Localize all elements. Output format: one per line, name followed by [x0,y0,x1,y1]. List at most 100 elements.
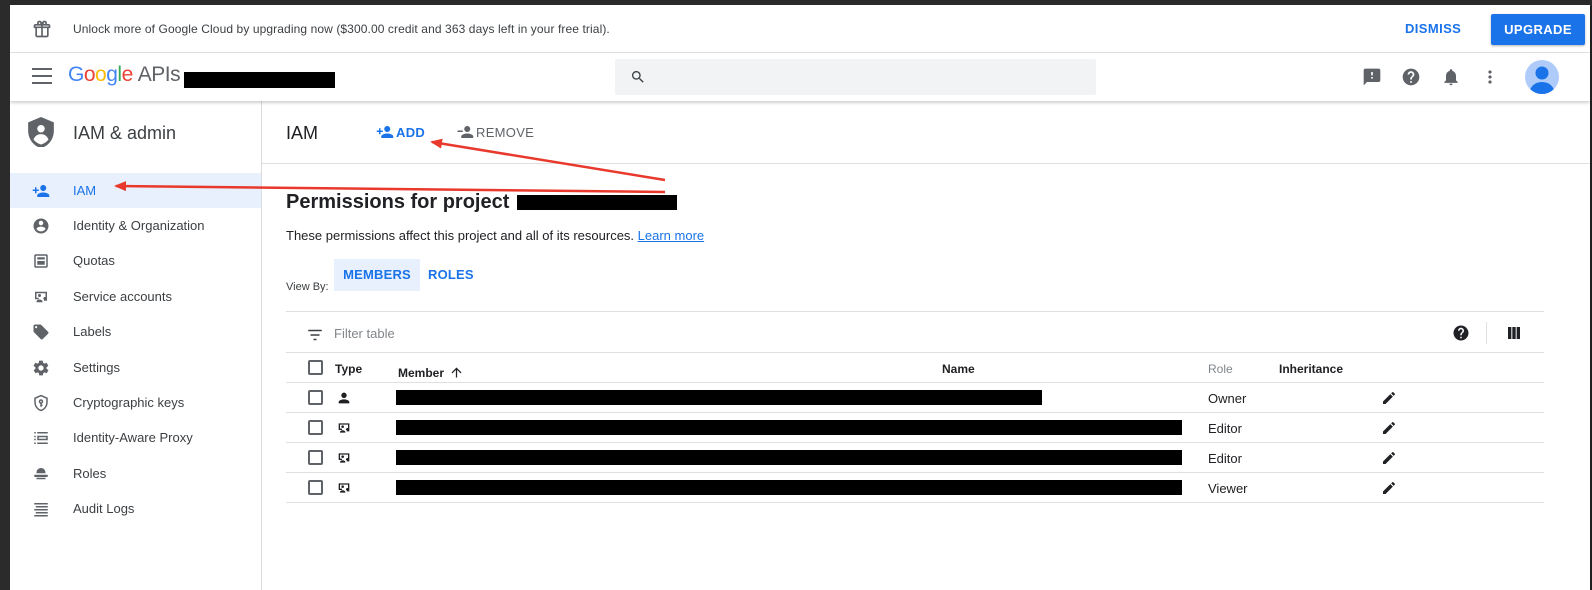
top-app-bar: Google APIs [10,53,1590,101]
upgrade-button[interactable]: UPGRADE [1491,14,1585,45]
trial-message: Unlock more of Google Cloud by upgrading… [73,22,610,36]
filter-icon[interactable] [306,326,324,344]
main-content: IAM ADD REMOVE Permissions for project T… [262,101,1590,590]
person-remove-icon [457,126,474,138]
role-value: Owner [1208,391,1247,406]
more-vert-icon[interactable] [1480,67,1500,87]
shield-key-icon [34,394,48,412]
sidebar-header: IAM & admin [10,101,261,164]
table-row[interactable]: Owner [286,383,1544,413]
member-redacted [396,390,1042,405]
edit-icon[interactable] [1381,480,1397,496]
edit-icon[interactable] [1381,390,1397,406]
row-checkbox[interactable] [308,480,323,495]
tab-roles[interactable]: ROLES [428,259,474,291]
trial-banner: Unlock more of Google Cloud by upgrading… [10,5,1590,53]
sidebar-item-roles[interactable]: Roles [10,456,261,491]
permissions-heading: Permissions for project [286,191,677,214]
sort-ascending-icon [451,367,462,378]
browser-window: Unlock more of Google Cloud by upgrading… [10,5,1590,590]
shield-icon [28,117,54,147]
role-value: Viewer [1208,481,1248,496]
table-row[interactable]: Editor [286,443,1544,473]
help-icon[interactable] [1452,324,1470,342]
account-avatar[interactable] [1525,60,1559,94]
filter-input[interactable]: Filter table [334,326,395,341]
sidebar-item-label: Quotas [73,253,115,268]
sidebar-item-label: Cryptographic keys [73,395,185,410]
service-account-icon [35,291,47,303]
notifications-icon[interactable] [1441,67,1461,87]
feedback-icon[interactable] [1362,67,1382,87]
sidebar-item-label: IAM [73,183,97,198]
project-selector-redacted[interactable] [184,72,335,88]
role-value: Editor [1208,451,1242,466]
sidebar-item-audit-logs[interactable]: Audit Logs [10,491,261,526]
account-circle-icon [33,218,49,234]
table-row[interactable]: Viewer [286,473,1544,503]
gift-icon [33,20,51,38]
member-redacted [396,480,1182,495]
sidebar-item-label: Roles [73,466,107,481]
quotas-icon [34,254,48,268]
roles-icon [34,468,48,480]
column-header-member[interactable]: Member [398,362,462,380]
sidebar-item-label: Labels [73,324,112,339]
sidebar-item-label: Settings [73,360,120,375]
row-checkbox[interactable] [308,420,323,435]
sidebar: IAM & admin IAM Identity & Organization … [10,101,262,590]
column-header-inheritance[interactable]: Inheritance [1279,362,1343,376]
service-account-icon [338,453,350,463]
sidebar-item-labels[interactable]: Labels [10,314,261,349]
edit-icon[interactable] [1381,420,1397,436]
table-row[interactable]: Editor [286,413,1544,443]
search-input[interactable] [615,59,1096,95]
permissions-subtitle: These permissions affect this project an… [286,228,705,243]
search-icon [632,71,644,83]
service-account-icon [338,483,350,493]
column-display-icon[interactable] [1506,325,1522,341]
sidebar-item-identity-aware-proxy[interactable]: Identity-Aware Proxy [10,420,261,455]
sidebar-item-identity-organization[interactable]: Identity & Organization [10,208,261,243]
page-title: IAM [286,123,319,143]
sidebar-item-settings[interactable]: Settings [10,350,261,385]
view-by-label: View By: [286,281,329,293]
toolbar-divider [1486,322,1487,344]
page-toolbar: IAM ADD REMOVE [262,101,1590,164]
sidebar-item-quotas[interactable]: Quotas [10,243,261,278]
sidebar-item-label: Identity-Aware Proxy [73,430,193,445]
member-redacted [396,450,1182,465]
sidebar-item-label: Service accounts [73,289,172,304]
help-icon[interactable] [1401,67,1421,87]
tab-members[interactable]: MEMBERS [334,259,420,291]
sidebar-item-service-accounts[interactable]: Service accounts [10,279,261,314]
google-apis-logo[interactable]: Google APIs [68,63,181,87]
column-header-type[interactable]: Type [335,362,362,376]
dismiss-button[interactable]: DISMISS [1405,21,1461,36]
list-icon [34,503,48,517]
sidebar-item-cryptographic-keys[interactable]: Cryptographic keys [10,385,261,420]
select-all-checkbox[interactable] [308,360,323,375]
menu-icon[interactable] [32,68,52,84]
proxy-icon [34,432,48,444]
settings-icon [33,360,49,376]
sidebar-title: IAM & admin [73,123,177,143]
sidebar-item-iam[interactable]: IAM [10,173,261,208]
service-account-icon [338,423,350,433]
person-icon [338,392,350,404]
person-add-icon [376,126,394,138]
table-header: Type Member Name Role Inheritance [286,353,1544,383]
row-checkbox[interactable] [308,450,323,465]
column-header-name[interactable]: Name [942,362,975,376]
row-checkbox[interactable] [308,390,323,405]
edit-icon[interactable] [1381,450,1397,466]
column-header-role[interactable]: Role [1208,362,1233,376]
avatar-person-icon [1529,66,1555,94]
desktop-edge-left [0,0,10,590]
member-redacted [396,420,1182,435]
add-label: ADD [396,125,426,140]
project-name-redacted [516,195,677,211]
learn-more-link[interactable]: Learn more [638,228,704,243]
sidebar-item-label: Identity & Organization [73,218,205,233]
role-value: Editor [1208,421,1242,436]
